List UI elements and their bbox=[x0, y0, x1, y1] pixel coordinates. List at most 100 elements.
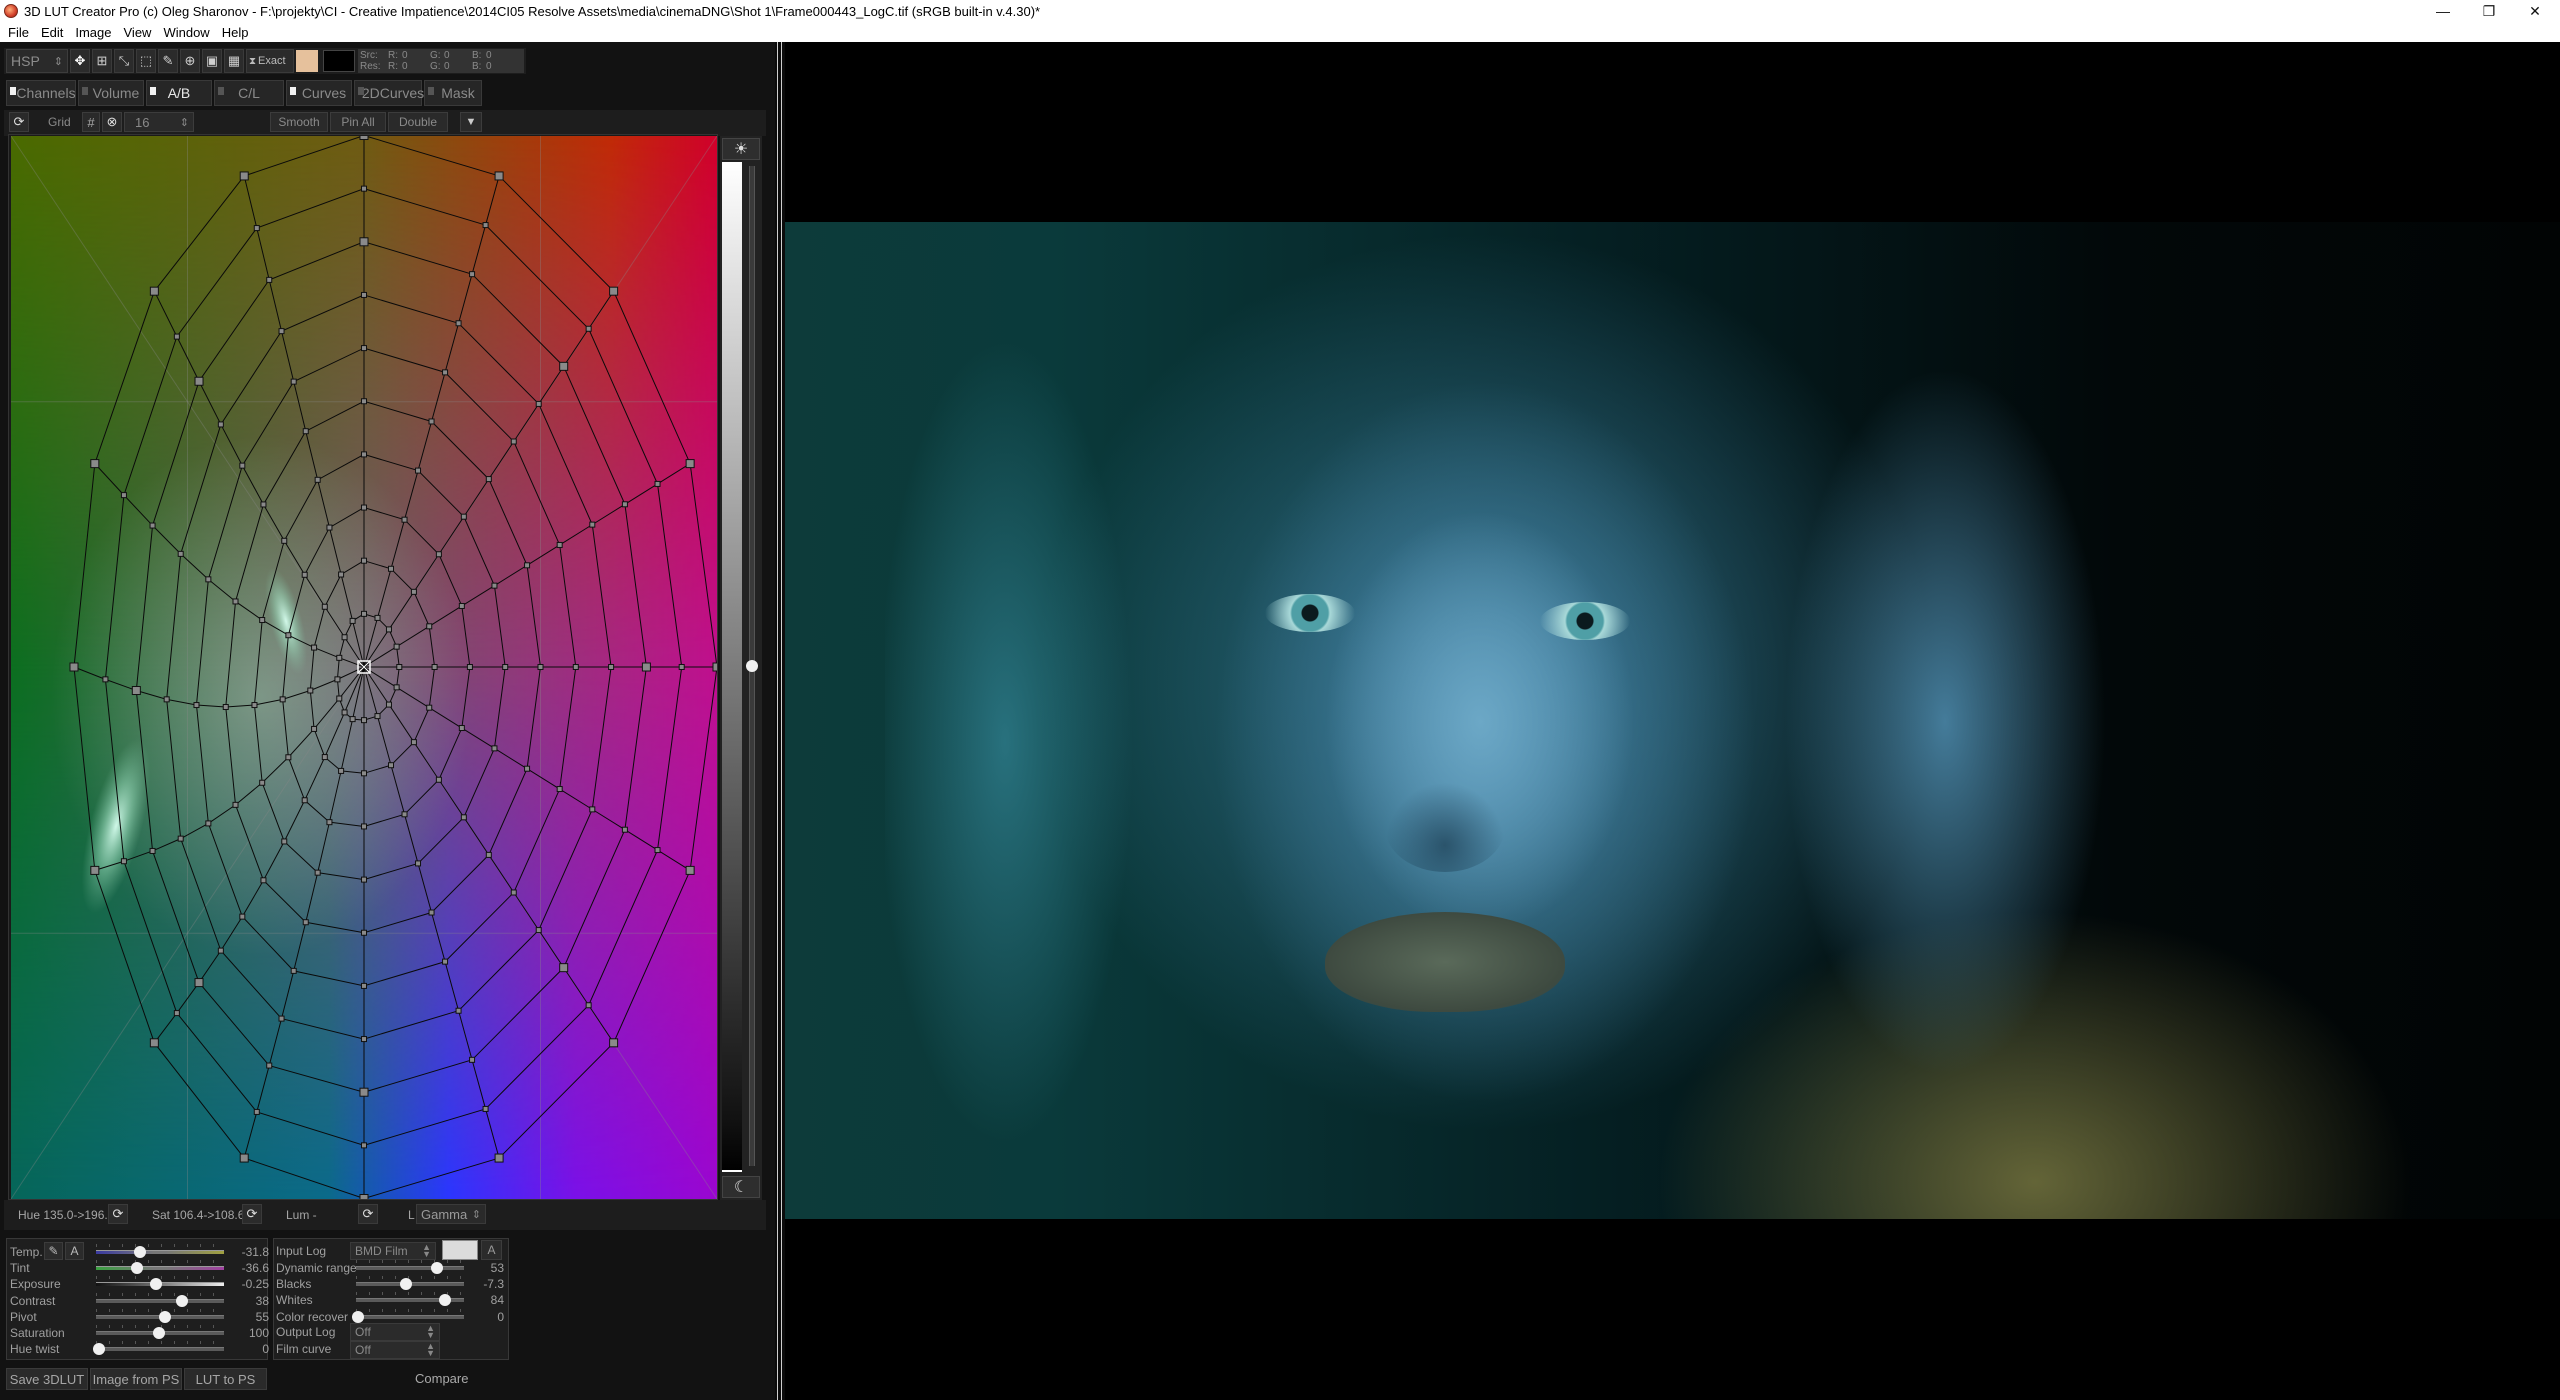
mesh-node[interactable] bbox=[361, 717, 367, 724]
mesh-node[interactable] bbox=[435, 776, 442, 783]
mesh-node[interactable] bbox=[232, 598, 239, 605]
mesh-node[interactable] bbox=[334, 676, 341, 683]
mesh-node[interactable] bbox=[302, 919, 309, 926]
polar-grid-button[interactable]: ⊗ bbox=[102, 112, 122, 132]
slider-knob[interactable] bbox=[150, 1278, 163, 1291]
mesh-node[interactable] bbox=[361, 1142, 367, 1149]
mesh-node[interactable] bbox=[482, 1105, 489, 1112]
grid-view-button[interactable]: ▦ bbox=[224, 49, 244, 73]
mesh-node[interactable] bbox=[359, 136, 369, 140]
mesh-node[interactable] bbox=[260, 877, 267, 884]
mesh-node[interactable] bbox=[537, 664, 544, 670]
mesh-node[interactable] bbox=[491, 745, 498, 752]
slider-track[interactable] bbox=[96, 1266, 224, 1271]
slider-knob[interactable] bbox=[152, 1327, 165, 1339]
cartesian-grid-button[interactable]: # bbox=[82, 112, 100, 132]
tab-cl[interactable]: C/L bbox=[214, 80, 284, 106]
mesh-node[interactable] bbox=[173, 1010, 180, 1017]
mesh-node[interactable] bbox=[314, 869, 321, 876]
mesh-node[interactable] bbox=[396, 664, 403, 670]
mesh-node[interactable] bbox=[426, 704, 433, 711]
save-3dlut-button[interactable]: Save 3DLUT bbox=[6, 1368, 88, 1390]
mesh-node[interactable] bbox=[361, 982, 367, 989]
mesh-node[interactable] bbox=[361, 823, 367, 830]
ab-plane-canvas[interactable] bbox=[11, 136, 717, 1199]
ab-color-plane[interactable] bbox=[11, 136, 717, 1199]
mesh-node[interactable] bbox=[621, 501, 628, 508]
mesh-node[interactable] bbox=[374, 614, 381, 621]
mesh-node[interactable] bbox=[415, 467, 422, 474]
mesh-node[interactable] bbox=[431, 664, 438, 670]
mesh-node[interactable] bbox=[90, 865, 100, 875]
mesh-node[interactable] bbox=[251, 702, 258, 709]
mesh-node[interactable] bbox=[281, 838, 288, 845]
brighten-button[interactable]: ☀ bbox=[722, 138, 760, 160]
skin-tone-swatch[interactable] bbox=[296, 50, 318, 72]
mesh-node[interactable] bbox=[338, 571, 345, 578]
mesh-node[interactable] bbox=[149, 286, 159, 296]
mesh-node[interactable] bbox=[485, 476, 492, 483]
menu-file[interactable]: File bbox=[0, 25, 35, 40]
color-model-select[interactable]: HSP ⇕ bbox=[6, 49, 68, 73]
mesh-node[interactable] bbox=[359, 237, 369, 247]
menu-view[interactable]: View bbox=[118, 25, 158, 40]
mesh-node[interactable] bbox=[217, 947, 224, 954]
mesh-node[interactable] bbox=[120, 492, 127, 499]
menu-edit[interactable]: Edit bbox=[35, 25, 69, 40]
mesh-node[interactable] bbox=[510, 438, 517, 445]
mesh-node[interactable] bbox=[302, 428, 309, 435]
panel-splitter[interactable] bbox=[775, 42, 785, 1400]
mesh-node[interactable] bbox=[609, 286, 619, 296]
mesh-node[interactable] bbox=[524, 562, 531, 569]
mesh-node[interactable] bbox=[426, 623, 433, 630]
mesh-node[interactable] bbox=[585, 1002, 592, 1009]
mesh-node[interactable] bbox=[361, 345, 367, 352]
slider-knob[interactable] bbox=[133, 1246, 146, 1258]
slider-knob[interactable] bbox=[431, 1262, 443, 1274]
mesh-node[interactable] bbox=[259, 617, 266, 624]
image-viewer[interactable] bbox=[785, 42, 2560, 1400]
mesh-node[interactable] bbox=[205, 820, 212, 827]
move-tool-button[interactable]: ✥ bbox=[70, 49, 90, 73]
mesh-node[interactable] bbox=[194, 978, 204, 988]
mesh-node[interactable] bbox=[285, 754, 292, 761]
mesh-node[interactable] bbox=[469, 271, 476, 278]
slider-knob[interactable] bbox=[92, 1343, 105, 1356]
tab-ab[interactable]: A/B bbox=[146, 80, 212, 106]
mesh-node[interactable] bbox=[502, 664, 509, 670]
eyedropper-plus-button[interactable]: ✎ bbox=[158, 49, 178, 73]
smooth-button[interactable]: Smooth bbox=[270, 112, 328, 132]
mesh-node[interactable] bbox=[455, 320, 462, 327]
mesh-node[interactable] bbox=[222, 704, 229, 710]
mesh-node[interactable] bbox=[311, 725, 318, 732]
mesh-node[interactable] bbox=[253, 1108, 260, 1115]
mesh-node[interactable] bbox=[149, 847, 156, 854]
reset-lum-button[interactable]: ⟳ bbox=[358, 1204, 378, 1224]
mesh-node[interactable] bbox=[193, 702, 200, 709]
auto-log-button[interactable]: A bbox=[481, 1240, 502, 1260]
mesh-node[interactable] bbox=[301, 797, 308, 804]
mesh-node[interactable] bbox=[361, 929, 367, 936]
fit-tool-button[interactable]: ⊞ bbox=[92, 49, 112, 73]
reset-hue-button[interactable]: ⟳ bbox=[108, 1204, 128, 1224]
mesh-node[interactable] bbox=[301, 571, 308, 578]
mesh-node[interactable] bbox=[685, 459, 695, 469]
input-log-select[interactable]: BMD Film ▲ ▼ bbox=[350, 1242, 436, 1260]
slider-knob[interactable] bbox=[399, 1278, 412, 1291]
mesh-node[interactable] bbox=[393, 684, 400, 691]
mesh-node[interactable] bbox=[388, 762, 395, 769]
mesh-node[interactable] bbox=[173, 333, 180, 340]
mesh-node[interactable] bbox=[253, 225, 260, 232]
restore-button[interactable]: ❐ bbox=[2466, 0, 2512, 22]
minimize-button[interactable]: — bbox=[2420, 0, 2466, 22]
slider-knob[interactable] bbox=[175, 1294, 188, 1307]
mesh-node[interactable] bbox=[217, 421, 224, 428]
mesh-node[interactable] bbox=[266, 276, 273, 283]
mesh-node[interactable] bbox=[460, 814, 467, 821]
menu-window[interactable]: Window bbox=[157, 25, 215, 40]
menu-help[interactable]: Help bbox=[216, 25, 255, 40]
mesh-node[interactable] bbox=[321, 754, 328, 761]
mesh-node[interactable] bbox=[401, 516, 408, 523]
mesh-node[interactable] bbox=[239, 171, 249, 181]
tab-channels[interactable]: Channels bbox=[6, 80, 76, 106]
